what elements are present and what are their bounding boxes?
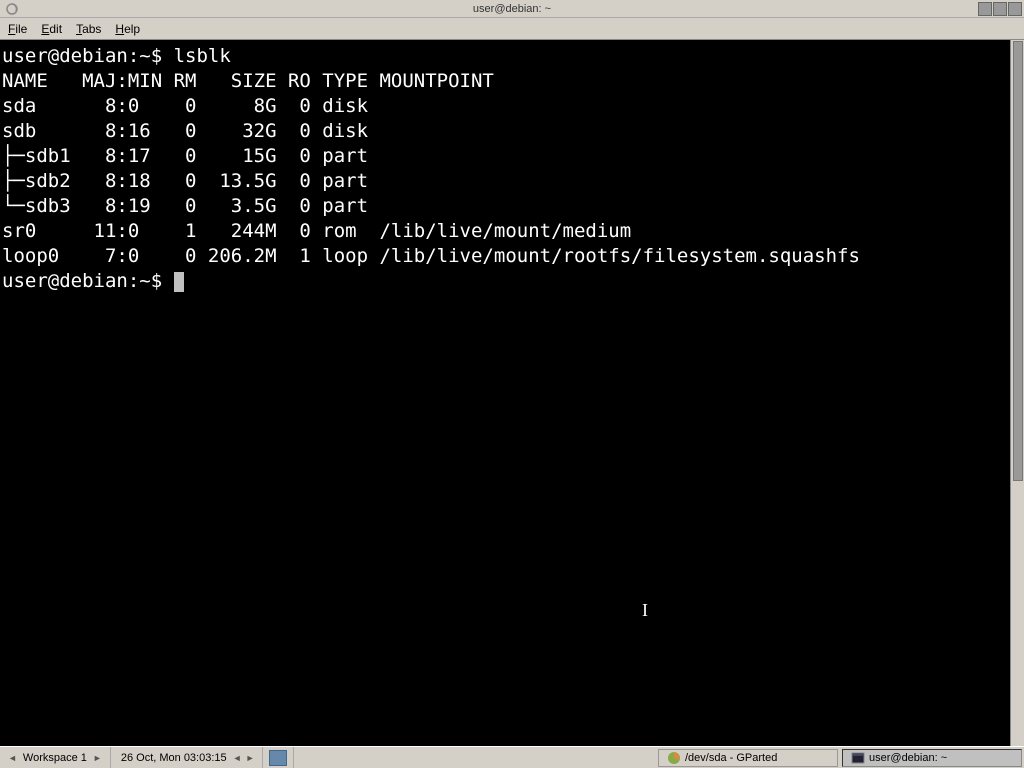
terminal-container: user@debian:~$ lsblk NAME MAJ:MIN RM SIZ… [0,40,1024,746]
minimize-button[interactable] [978,2,992,16]
lsblk-row: sda 8:0 0 8G 0 disk [2,95,380,117]
clock-label: 26 Oct, Mon 03:03:15 [117,752,231,764]
menu-file[interactable]: File [8,22,27,36]
command: lsblk [174,45,231,67]
lsblk-row: loop0 7:0 0 206.2M 1 loop /lib/live/moun… [2,245,860,267]
task-label: /dev/sda - GParted [685,752,777,764]
terminal-cursor [174,272,184,292]
taskbar: /dev/sda - GParted user@debian: ~ [294,747,1024,768]
debian-logo-icon [4,1,20,17]
lsblk-row: ├─sdb2 8:18 0 13.5G 0 part [2,170,380,192]
menu-bar: File Edit Tabs Help [0,18,1024,40]
arrow-left-icon[interactable]: ◄ [6,753,19,763]
window-controls [978,2,1022,16]
task-terminal[interactable]: user@debian: ~ [842,749,1022,767]
terminal-icon [851,751,865,765]
workspace-label: Workspace 1 [19,752,91,764]
lsblk-row: └─sdb3 8:19 0 3.5G 0 part [2,195,380,217]
window-title: user@debian: ~ [473,3,551,15]
show-desktop-button[interactable] [269,750,287,766]
scrollbar-thumb[interactable] [1013,41,1023,481]
lsblk-row: sdb 8:16 0 32G 0 disk [2,120,380,142]
arrow-right-icon[interactable]: ► [244,753,257,763]
arrow-left-icon[interactable]: ◄ [231,753,244,763]
arrow-right-icon[interactable]: ► [91,753,104,763]
bottom-panel: ◄ Workspace 1 ► 26 Oct, Mon 03:03:15 ◄ ►… [0,746,1024,768]
workspace-switcher[interactable]: ◄ Workspace 1 ► [0,747,111,768]
menu-help[interactable]: Help [115,22,140,36]
clock-panel[interactable]: 26 Oct, Mon 03:03:15 ◄ ► [111,747,264,768]
menu-edit[interactable]: Edit [41,22,62,36]
lsblk-header: NAME MAJ:MIN RM SIZE RO TYPE MOUNTPOINT [2,70,494,92]
text-cursor-icon: I [642,598,648,623]
close-button[interactable] [1008,2,1022,16]
window-title-bar: user@debian: ~ [0,0,1024,18]
prompt: user@debian:~$ [2,45,174,67]
scrollbar[interactable] [1010,40,1024,746]
lsblk-row: sr0 11:0 1 244M 0 rom /lib/live/mount/me… [2,220,631,242]
task-gparted[interactable]: /dev/sda - GParted [658,749,838,767]
lsblk-row: ├─sdb1 8:17 0 15G 0 part [2,145,380,167]
maximize-button[interactable] [993,2,1007,16]
prompt: user@debian:~$ [2,270,174,292]
task-label: user@debian: ~ [869,752,947,764]
terminal[interactable]: user@debian:~$ lsblk NAME MAJ:MIN RM SIZ… [0,40,1010,746]
gparted-icon [667,751,681,765]
menu-tabs[interactable]: Tabs [76,22,101,36]
